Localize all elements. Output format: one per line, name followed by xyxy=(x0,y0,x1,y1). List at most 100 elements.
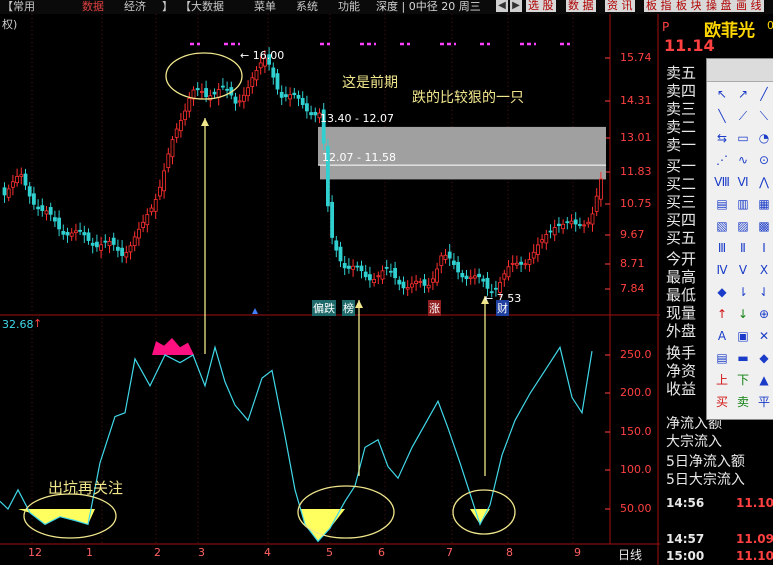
candle-body xyxy=(296,94,301,99)
tab-draw[interactable]: 画 线 xyxy=(734,0,764,12)
arrow-down-icon[interactable]: Ⅳ xyxy=(713,261,731,279)
tab-select-stock[interactable]: 选 股 xyxy=(526,0,556,12)
menu-system[interactable]: 系统 xyxy=(296,0,318,14)
search-box[interactable]: 深度 | 0中径 20 周三 xyxy=(376,0,481,14)
channel-icon[interactable]: ▦ xyxy=(755,195,773,213)
quote-label: 买四 xyxy=(666,211,697,229)
menu-data[interactable]: 数据 xyxy=(82,0,104,14)
candle-body xyxy=(405,287,410,290)
candle-body xyxy=(61,231,66,235)
wave-icon[interactable]: Ⅲ xyxy=(713,239,731,257)
candle-body xyxy=(199,90,204,93)
tab-trade[interactable]: 操 盘 xyxy=(704,0,734,12)
channel-icon[interactable]: ↑ xyxy=(713,305,731,323)
gann-icon[interactable]: A xyxy=(713,327,731,345)
channel-icon[interactable]: 卖 xyxy=(734,393,752,411)
wave-icon[interactable]: ▣ xyxy=(734,327,752,345)
tab-index[interactable]: 板 指 xyxy=(644,0,674,12)
ray-icon[interactable]: ⇂ xyxy=(734,283,752,301)
cycle-icon[interactable]: ▨ xyxy=(734,217,752,235)
ray-icon[interactable]: ╱ xyxy=(755,85,773,103)
delete-icon[interactable]: Ⅴ xyxy=(734,261,752,279)
text-icon[interactable]: ⋰ xyxy=(713,151,731,169)
candle-body xyxy=(82,232,87,236)
candle-body xyxy=(586,221,591,225)
annotation-shapes xyxy=(23,42,570,539)
candle-body xyxy=(594,195,599,212)
arrow-down-icon[interactable]: ⊙ xyxy=(755,151,773,169)
date-label: 12 xyxy=(28,546,42,559)
toolbar-header[interactable] xyxy=(707,59,773,82)
line-icon[interactable]: 下 xyxy=(734,371,752,389)
marker-rank[interactable]: 榜 xyxy=(342,300,355,316)
candle-body xyxy=(254,70,259,81)
text-icon[interactable]: ✕ xyxy=(755,327,773,345)
ray-icon[interactable]: ▲ xyxy=(755,371,773,389)
price-tick: 14.31 xyxy=(620,94,652,107)
channel-icon[interactable]: ⟋ xyxy=(734,107,752,125)
marker-finance[interactable]: 财 xyxy=(496,300,509,316)
segment-icon[interactable]: ╲ xyxy=(713,107,731,125)
date-label: 2 xyxy=(154,546,161,559)
segment-icon[interactable]: ⇃ xyxy=(755,283,773,301)
delete-icon[interactable]: Ⅷ xyxy=(713,173,731,191)
menu-bigdata[interactable]: 【大数据 xyxy=(180,0,224,14)
gann-icon[interactable]: ▭ xyxy=(734,129,752,147)
segment-icon[interactable]: 买 xyxy=(713,393,731,411)
delete-icon[interactable]: ◆ xyxy=(755,349,773,367)
arrow-down-icon[interactable]: ▬ xyxy=(734,349,752,367)
candle-body xyxy=(363,271,368,278)
marker-rise[interactable]: 涨 xyxy=(428,300,441,316)
arrow-up-icon[interactable]: ▤ xyxy=(713,349,731,367)
cursor-icon[interactable]: Ⅵ xyxy=(734,173,752,191)
trade-price: 11.10 xyxy=(736,549,773,563)
candle-body xyxy=(502,273,507,280)
candle-body xyxy=(19,174,24,177)
fib-icon[interactable]: 平 xyxy=(755,393,773,411)
wave-icon[interactable]: ◔ xyxy=(755,129,773,147)
candle-body xyxy=(23,173,28,186)
line-icon[interactable]: ⋀ xyxy=(755,173,773,191)
quote-label: 买一 xyxy=(666,157,697,175)
segment-icon[interactable]: ▥ xyxy=(734,195,752,213)
cycle-icon[interactable]: ⊕ xyxy=(755,305,773,323)
tab-data[interactable]: 数 据 xyxy=(566,0,596,12)
candle-body xyxy=(250,77,255,87)
gann-icon[interactable]: ▩ xyxy=(755,217,773,235)
fib-icon[interactable]: ⟍ xyxy=(755,107,773,125)
tab-sector[interactable]: 板 块 xyxy=(674,0,704,12)
date-label: 7 xyxy=(446,546,453,559)
arrow-up-icon[interactable]: ∿ xyxy=(734,151,752,169)
cycle-icon[interactable]: ⇆ xyxy=(713,129,731,147)
tab-news[interactable]: 资 讯 xyxy=(605,0,635,12)
menu-function[interactable]: 功能 xyxy=(338,0,360,14)
period-label[interactable]: 日线 xyxy=(618,546,642,563)
forward-icon[interactable]: ▶ xyxy=(510,0,522,12)
arrow-up-icon[interactable]: Ⅰ xyxy=(755,239,773,257)
text-icon[interactable]: Ⅱ xyxy=(734,239,752,257)
line-icon[interactable]: ↗ xyxy=(734,85,752,103)
cursor-icon[interactable]: Ⅹ xyxy=(755,261,773,279)
candle-body xyxy=(313,111,318,116)
price-band-2 xyxy=(320,165,606,180)
candle-body xyxy=(330,201,335,238)
menu-economy[interactable]: 经济 xyxy=(124,0,146,14)
candle-body xyxy=(174,128,179,138)
menu-menu[interactable]: 菜单 xyxy=(254,0,276,14)
candle-body xyxy=(178,120,183,132)
back-icon[interactable]: ◀ xyxy=(496,0,508,12)
marker-fall[interactable]: 偏跌 xyxy=(312,300,336,316)
candle-body xyxy=(464,275,469,280)
ray-icon[interactable]: ▤ xyxy=(713,195,731,213)
fib-icon[interactable]: ▧ xyxy=(713,217,731,235)
flow-label: 5日大宗流入 xyxy=(666,472,745,488)
fib-icon[interactable]: ↓ xyxy=(734,305,752,323)
cursor-icon[interactable]: 上 xyxy=(713,371,731,389)
quote-label: 卖五 xyxy=(666,64,697,82)
drawing-toolbar[interactable]: ↖ ↗ ╱ ╲ ⟋ ⟍ ⇆ ▭ ◔ ⋰ ∿ ⊙ Ⅷ Ⅵ ⋀ ▤ ▥ ▦ ▧ ▨ ▩ Ⅲ Ⅱ Ⅰ Ⅳ Ⅴ Ⅹ ◆ ⇂ ⇃ ↑ ↓ ⊕ A ▣ ✕ ▤ ▬ ◆ 上… xyxy=(706,58,773,420)
candle-body xyxy=(225,88,230,91)
line-icon[interactable]: ◆ xyxy=(713,283,731,301)
menu-common[interactable]: 【常用 xyxy=(2,0,35,14)
cursor-icon[interactable]: ↖ xyxy=(713,85,731,103)
candle-body xyxy=(304,103,309,112)
